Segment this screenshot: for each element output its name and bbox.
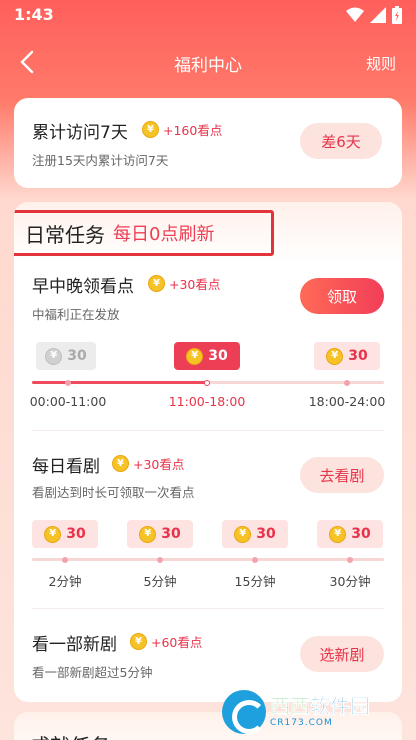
page-title: 福利中心 xyxy=(174,56,242,76)
timeline-dot-active xyxy=(204,380,210,386)
timeline-dot xyxy=(65,380,71,386)
coin-icon: ¥ xyxy=(44,525,62,543)
coin-icon: ¥ xyxy=(329,525,347,543)
time-slot-chip-active: ¥ 30 xyxy=(174,342,240,370)
status-bar: 1:43 xyxy=(0,0,416,30)
status-time: 1:43 xyxy=(14,5,54,24)
task-reward: ¥ +160看点 xyxy=(142,120,222,139)
coin-icon: ¥ xyxy=(234,525,252,543)
section-subtitle: 每日0点刷新 xyxy=(113,224,215,245)
time-slot-label: 18:00-24:00 xyxy=(308,394,386,409)
task-reward: ¥ +30看点 xyxy=(112,454,184,473)
watch-slot-chip: ¥ 30 xyxy=(222,520,288,548)
daily-section-heading: 日常任务 每日0点刷新 xyxy=(14,210,274,256)
claim-button[interactable]: 领取 xyxy=(300,278,384,314)
time-slot-label: 11:00-18:00 xyxy=(168,394,246,409)
watch-slot-chip: ¥ 30 xyxy=(32,520,98,548)
coin-icon: ¥ xyxy=(326,347,344,365)
time-slot-label: 00:00-11:00 xyxy=(29,394,107,409)
divider xyxy=(32,608,384,609)
time-slot-chip: ¥ 30 xyxy=(314,342,380,370)
battery-icon xyxy=(392,6,402,24)
divider xyxy=(32,430,384,431)
daily-tasks-card: 日常任务 每日0点刷新 早中晚领看点 ¥ +30看点 中福利正在发放 领取 ¥ … xyxy=(14,202,402,702)
section-title: 成就任务 xyxy=(30,730,110,740)
task-desc: 看一部新剧超过5分钟 xyxy=(32,665,153,680)
task-reward: ¥ +60看点 xyxy=(130,632,202,651)
coin-icon: ¥ xyxy=(186,347,204,365)
coin-icon: ¥ xyxy=(112,455,129,472)
reward-text: +160看点 xyxy=(163,123,223,138)
days-remaining-button[interactable]: 差6天 xyxy=(300,123,382,159)
time-slot-chip: ¥ 30 xyxy=(36,342,96,370)
timeline-dot xyxy=(252,557,258,563)
timeline-dot xyxy=(344,380,350,386)
timeline-track xyxy=(32,558,384,561)
watch-slot-label: 2分钟 xyxy=(48,574,82,589)
signal-icon xyxy=(370,7,386,23)
status-icons xyxy=(346,6,402,24)
task-title: 看一部新剧 xyxy=(32,635,117,655)
watch-slot-label: 30分钟 xyxy=(329,574,371,589)
coin-icon: ¥ xyxy=(130,633,147,650)
task-desc: 注册15天内累计访问7天 xyxy=(32,153,169,168)
select-new-drama-button[interactable]: 选新剧 xyxy=(300,636,384,672)
timeline-progress xyxy=(32,381,208,384)
coin-icon: ¥ xyxy=(139,525,157,543)
timeline-dot xyxy=(157,557,163,563)
wifi-icon xyxy=(346,7,364,22)
reward-text: +30看点 xyxy=(133,457,185,472)
header: 福利中心 规则 xyxy=(0,36,416,88)
rules-link[interactable]: 规则 xyxy=(366,53,396,74)
task-desc: 看剧达到时长可领取一次看点 xyxy=(32,485,195,500)
timeline-dot xyxy=(62,557,68,563)
watch-slot-chip: ¥ 30 xyxy=(127,520,193,548)
cumulative-task-card: 累计访问7天 ¥ +160看点 注册15天内累计访问7天 差6天 xyxy=(14,98,402,188)
task-title: 早中晚领看点 xyxy=(32,277,134,297)
coin-icon: ¥ xyxy=(148,275,165,292)
task-desc: 中福利正在发放 xyxy=(32,307,120,322)
task-title: 累计访问7天 xyxy=(32,123,128,143)
watch-drama-button[interactable]: 去看剧 xyxy=(300,457,384,493)
timeline-dot xyxy=(347,557,353,563)
coin-icon: ¥ xyxy=(45,347,63,365)
section-title: 日常任务 xyxy=(25,222,105,247)
coin-icon: ¥ xyxy=(142,121,159,138)
watermark-icon xyxy=(222,690,266,734)
watch-slot-label: 5分钟 xyxy=(143,574,177,589)
watch-slot-label: 15分钟 xyxy=(234,574,276,589)
watermark-logo: 西西软件园 CR173.COM xyxy=(222,688,412,736)
watch-slot-chip: ¥ 30 xyxy=(317,520,383,548)
task-reward: ¥ +30看点 xyxy=(148,274,220,293)
reward-text: +60看点 xyxy=(151,635,203,650)
reward-text: +30看点 xyxy=(169,277,221,292)
task-title: 每日看剧 xyxy=(32,457,100,477)
